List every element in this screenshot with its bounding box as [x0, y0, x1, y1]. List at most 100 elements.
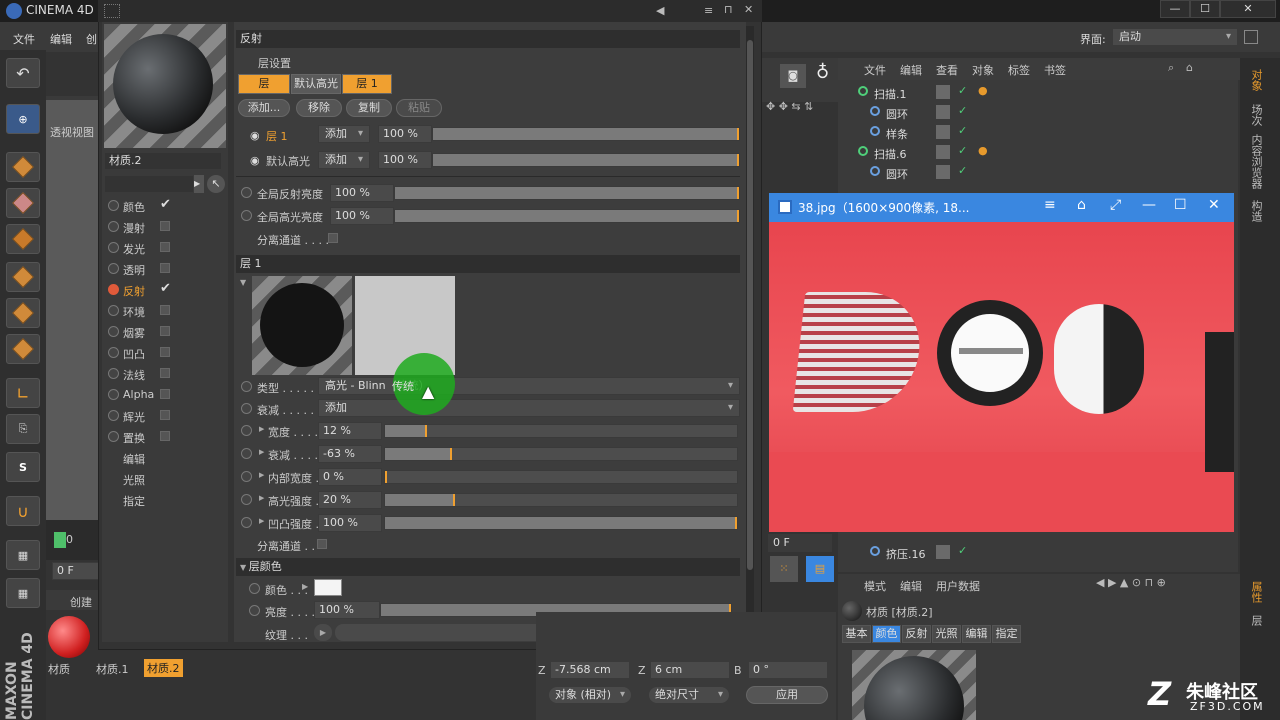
- polygons-mode-icon[interactable]: [6, 334, 40, 364]
- param-field[interactable]: -63 %: [318, 445, 382, 463]
- channel-dot[interactable]: [108, 326, 119, 337]
- layer-name[interactable]: 层 1: [266, 128, 288, 144]
- expand-arrow-icon[interactable]: ▶: [259, 494, 264, 502]
- layer-swatch[interactable]: [936, 145, 950, 159]
- check-icon[interactable]: ✓: [958, 124, 967, 137]
- z-position-field[interactable]: -7.568 cm: [550, 661, 630, 679]
- add-button[interactable]: 添加...: [238, 99, 290, 117]
- arrow-left-icon[interactable]: ◀: [656, 4, 664, 17]
- maximize-icon[interactable]: ☐: [1174, 197, 1187, 213]
- channel-extra[interactable]: 指定: [123, 493, 145, 509]
- attr-menu-mode[interactable]: 模式: [864, 578, 886, 594]
- grid-lock-icon[interactable]: ▦: [6, 540, 40, 570]
- param-slider[interactable]: [384, 470, 738, 484]
- menu-file[interactable]: 文件: [13, 31, 35, 47]
- layer-name[interactable]: 默认高光: [266, 153, 310, 169]
- film-icon[interactable]: ▤: [806, 556, 834, 582]
- layer-opacity-field[interactable]: 100 %: [378, 125, 432, 143]
- timeline-marker[interactable]: [54, 532, 66, 548]
- anim-dot[interactable]: [241, 381, 252, 392]
- channel-label[interactable]: 反射: [123, 283, 145, 299]
- coord-mode-select[interactable]: 对象 (相对): [548, 686, 632, 704]
- edges-mode-icon[interactable]: [6, 298, 40, 328]
- channel-dot[interactable]: [108, 305, 119, 316]
- anim-dot[interactable]: [241, 210, 252, 221]
- layer-swatch[interactable]: [936, 85, 950, 99]
- check-icon[interactable]: ✓: [958, 544, 967, 557]
- anim-dot[interactable]: [241, 448, 252, 459]
- brightness-field[interactable]: 100 %: [314, 601, 380, 619]
- viewport[interactable]: [46, 100, 104, 520]
- tab-objects[interactable]: 对象: [1242, 62, 1264, 98]
- anim-dot[interactable]: [241, 403, 252, 414]
- collapse-arrow-icon[interactable]: ▼: [240, 278, 246, 287]
- object-name[interactable]: 扫描.6: [874, 146, 907, 162]
- expand-arrow-icon[interactable]: ▶: [259, 448, 264, 456]
- anim-dot[interactable]: [241, 471, 252, 482]
- channel-checkbox[interactable]: ✔: [160, 197, 171, 212]
- object-menu-item[interactable]: 编辑: [900, 62, 922, 78]
- channel-label[interactable]: 置换: [123, 430, 145, 446]
- param-field[interactable]: 12 %: [318, 422, 382, 440]
- channel-dot[interactable]: [108, 284, 119, 295]
- channel-dot[interactable]: [108, 410, 119, 421]
- material-name-field[interactable]: 材质.2: [104, 152, 222, 170]
- global-spec-slider[interactable]: [394, 209, 740, 223]
- menu-icon[interactable]: ≡: [1044, 197, 1056, 213]
- layout-select[interactable]: 启动: [1112, 28, 1238, 46]
- material-swatch[interactable]: [48, 616, 90, 658]
- anim-dot[interactable]: [241, 494, 252, 505]
- tab-content-browser[interactable]: 内容浏览器: [1242, 132, 1264, 190]
- channel-checkbox[interactable]: [160, 305, 170, 315]
- layout-icon[interactable]: [1244, 30, 1258, 44]
- pin-icon[interactable]: ⌂: [1077, 197, 1086, 213]
- channel-dot[interactable]: [108, 200, 119, 211]
- object-menu-item[interactable]: 书签: [1044, 62, 1066, 78]
- size-mode-select[interactable]: 绝对尺寸: [648, 686, 730, 704]
- points-mode-icon[interactable]: [6, 262, 40, 292]
- color-swatch[interactable]: [314, 579, 342, 596]
- expand-arrow-icon[interactable]: ▶: [259, 425, 264, 433]
- channel-dot[interactable]: [108, 347, 119, 358]
- z-size-field[interactable]: 6 cm: [650, 661, 730, 679]
- anim-dot[interactable]: [241, 187, 252, 198]
- param-field[interactable]: 100 %: [318, 514, 382, 532]
- attr-tab[interactable]: 编辑: [962, 625, 991, 643]
- channel-dot[interactable]: [108, 221, 119, 232]
- layer-opacity-field[interactable]: 100 %: [378, 151, 432, 169]
- close-icon[interactable]: ✕: [1208, 197, 1220, 213]
- layer-swatch[interactable]: [936, 545, 950, 559]
- tab-layers[interactable]: 层: [1242, 610, 1264, 630]
- anim-dot[interactable]: [249, 605, 260, 616]
- channel-extra[interactable]: 编辑: [123, 451, 145, 467]
- paste-button[interactable]: 粘贴: [396, 99, 442, 117]
- object-menu-item[interactable]: 标签: [1008, 62, 1030, 78]
- channel-checkbox[interactable]: [160, 410, 170, 420]
- channel-dot[interactable]: [108, 263, 119, 274]
- tab-layer1[interactable]: 层 1: [342, 74, 392, 94]
- eye-icon[interactable]: ◉: [250, 129, 260, 142]
- fullscreen-icon[interactable]: ⤢: [1110, 197, 1121, 213]
- live-select-icon[interactable]: ⊕: [6, 104, 40, 134]
- maximize-button[interactable]: ☐: [1190, 0, 1220, 18]
- material-search-field[interactable]: [104, 175, 194, 193]
- expand-arrow-icon[interactable]: ▶: [259, 517, 264, 525]
- tweak-icon[interactable]: ⎘: [6, 414, 40, 444]
- attr-tab[interactable]: 反射: [902, 625, 931, 643]
- tab-takes[interactable]: 场次: [1242, 98, 1264, 132]
- tag-icon[interactable]: ●: [978, 144, 988, 157]
- apply-button[interactable]: 应用: [746, 686, 828, 704]
- scrollbar-thumb[interactable]: [747, 40, 753, 570]
- home-icon[interactable]: ⌂: [1186, 61, 1193, 74]
- object-menu-item[interactable]: 对象: [972, 62, 994, 78]
- frame-field[interactable]: 0 F: [52, 562, 100, 580]
- channel-label[interactable]: 颜色: [123, 199, 145, 215]
- tag-icon[interactable]: ●: [978, 84, 988, 97]
- tab-layer[interactable]: 层: [238, 74, 290, 94]
- menu-edit[interactable]: 编辑: [50, 31, 72, 47]
- check-icon[interactable]: ✓: [958, 164, 967, 177]
- check-icon[interactable]: ✓: [958, 84, 967, 97]
- close-icon[interactable]: ✕: [744, 3, 753, 16]
- anim-dot[interactable]: [241, 425, 252, 436]
- model-mode-icon[interactable]: [6, 152, 40, 182]
